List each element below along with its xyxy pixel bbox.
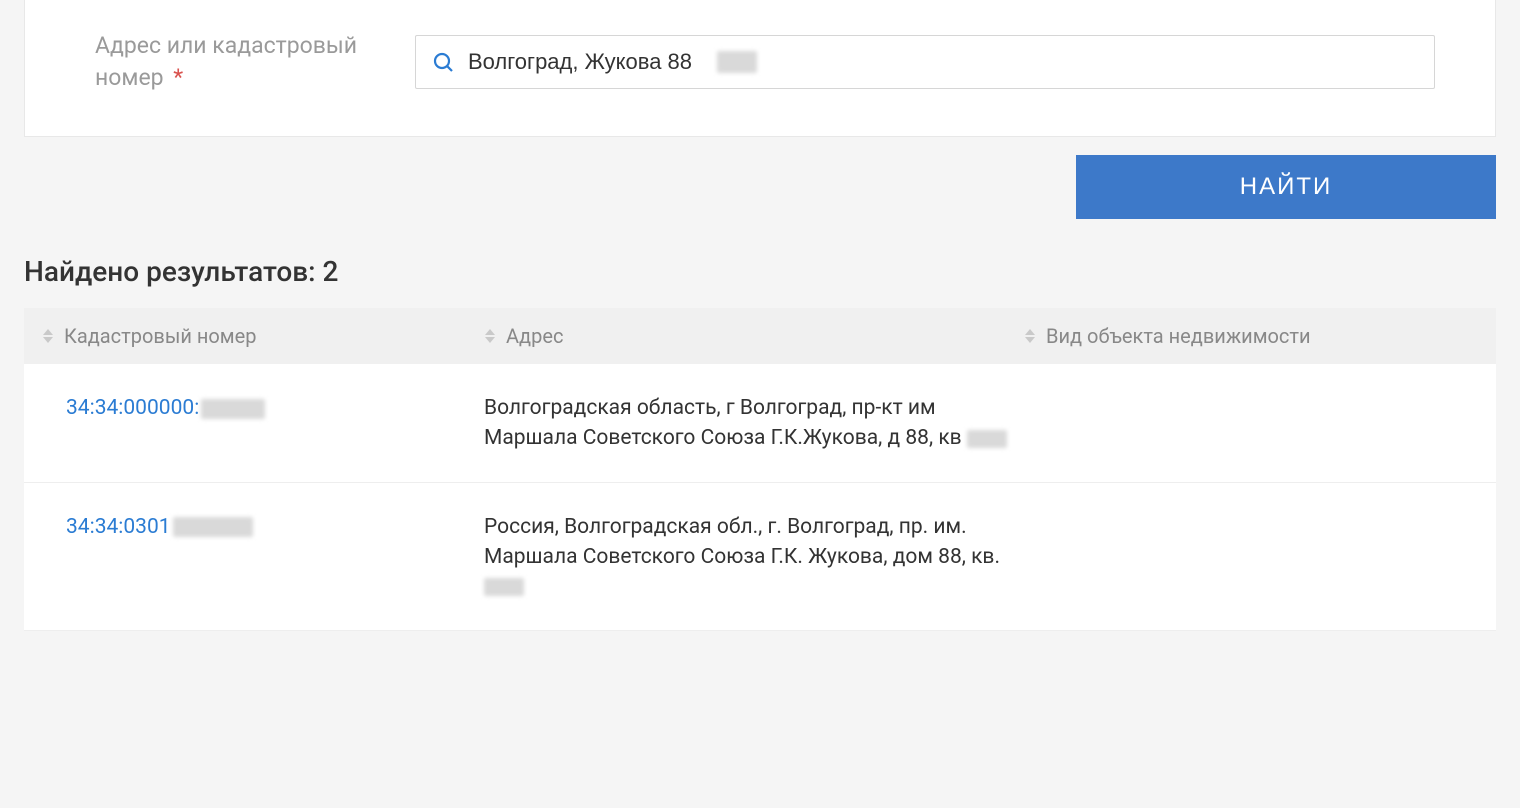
results-table: Кадастровый номер Адрес Вид объекта недв… bbox=[24, 308, 1496, 631]
column-header-type[interactable]: Вид объекта недвижимости bbox=[1024, 324, 1496, 348]
cadastral-link[interactable]: 34:34:000000: bbox=[66, 396, 265, 420]
table-header: Кадастровый номер Адрес Вид объекта недв… bbox=[24, 308, 1496, 364]
column-header-type-label: Вид объекта недвижимости bbox=[1046, 324, 1311, 348]
address-text: Россия, Волгоградская обл., г. Волгоград… bbox=[484, 515, 1000, 569]
column-header-cadastral-label: Кадастровый номер bbox=[64, 324, 256, 348]
redacted-cadastral-tail bbox=[173, 517, 253, 537]
table-body: 34:34:000000: Волгоградская область, г В… bbox=[24, 364, 1496, 631]
redacted-address-tail bbox=[967, 430, 1007, 448]
cadastral-link[interactable]: 34:34:0301 bbox=[66, 515, 253, 539]
required-mark: * bbox=[173, 64, 183, 91]
address-text: Волгоградская область, г Волгоград, пр-к… bbox=[484, 396, 962, 450]
address-cell: Волгоградская область, г Волгоград, пр-к… bbox=[484, 394, 1024, 454]
search-input-wrap bbox=[415, 35, 1435, 89]
sort-icon bbox=[484, 328, 496, 344]
address-cell: Россия, Волгоградская обл., г. Волгоград… bbox=[484, 513, 1024, 602]
table-row: 34:34:000000: Волгоградская область, г В… bbox=[24, 364, 1496, 483]
table-row: 34:34:0301 Россия, Волгоградская обл., г… bbox=[24, 483, 1496, 631]
search-label: Адрес или кадастровый номер * bbox=[95, 30, 375, 94]
search-card: Адрес или кадастровый номер * bbox=[24, 0, 1496, 137]
cadastral-number-visible: 34:34:000000: bbox=[66, 396, 199, 420]
redacted-input-tail bbox=[717, 51, 757, 73]
sort-icon bbox=[1024, 328, 1036, 344]
column-header-cadastral[interactable]: Кадастровый номер bbox=[24, 324, 484, 348]
redacted-address-tail bbox=[484, 578, 524, 596]
search-label-text: Адрес или кадастровый номер bbox=[95, 32, 357, 91]
actions-bar: НАЙТИ bbox=[0, 137, 1520, 237]
type-cell bbox=[1024, 513, 1496, 602]
search-icon bbox=[431, 50, 455, 74]
cadastral-number-visible: 34:34:0301 bbox=[66, 515, 171, 539]
search-input[interactable] bbox=[415, 35, 1435, 89]
column-header-address-label: Адрес bbox=[506, 324, 563, 348]
redacted-cadastral-tail bbox=[201, 399, 265, 419]
type-cell bbox=[1024, 394, 1496, 454]
results-title: Найдено результатов: 2 bbox=[0, 237, 1520, 308]
column-header-address[interactable]: Адрес bbox=[484, 324, 1024, 348]
sort-icon bbox=[42, 328, 54, 344]
find-button[interactable]: НАЙТИ bbox=[1076, 155, 1496, 219]
